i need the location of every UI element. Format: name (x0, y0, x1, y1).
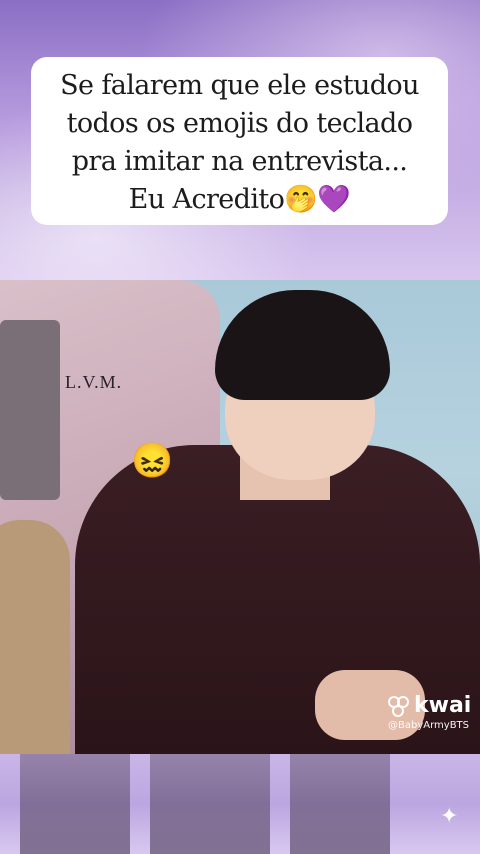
person-main-hair (215, 290, 390, 400)
caption-line-2: todos os emojis do teclado (66, 108, 413, 139)
kwai-brand: kwai (388, 693, 471, 718)
bottom-thumb (150, 754, 270, 854)
bottom-thumb (20, 754, 130, 854)
bottom-decoration: ✦ (0, 754, 480, 854)
video-frame[interactable]: L.V.M. 😖 (0, 280, 480, 754)
kwai-brand-text: kwai (414, 693, 472, 718)
caption-line-1: Se falarem que ele estudou (60, 70, 419, 101)
person-left-shirt (0, 320, 60, 500)
caption-box: Se falarem que ele estudou todos os emoj… (31, 57, 448, 225)
reaction-emoji: 😖 (131, 441, 174, 481)
jacket-text: L.V.M. (65, 372, 123, 392)
kwai-logo-icon (388, 695, 409, 717)
sparkle-icon: ✦ (440, 804, 459, 829)
top-banner: Se falarem que ele estudou todos os emoj… (0, 0, 480, 280)
kwai-watermark: kwai @BabyArmyBTS (388, 693, 471, 731)
person-bottom-left (0, 520, 70, 754)
caption-line-3: pra imitar na entrevista... (71, 146, 408, 177)
kwai-handle: @BabyArmyBTS (388, 720, 470, 731)
caption-line-4: Eu Acredito🤭💜 (128, 184, 351, 215)
bottom-thumb (290, 754, 390, 854)
